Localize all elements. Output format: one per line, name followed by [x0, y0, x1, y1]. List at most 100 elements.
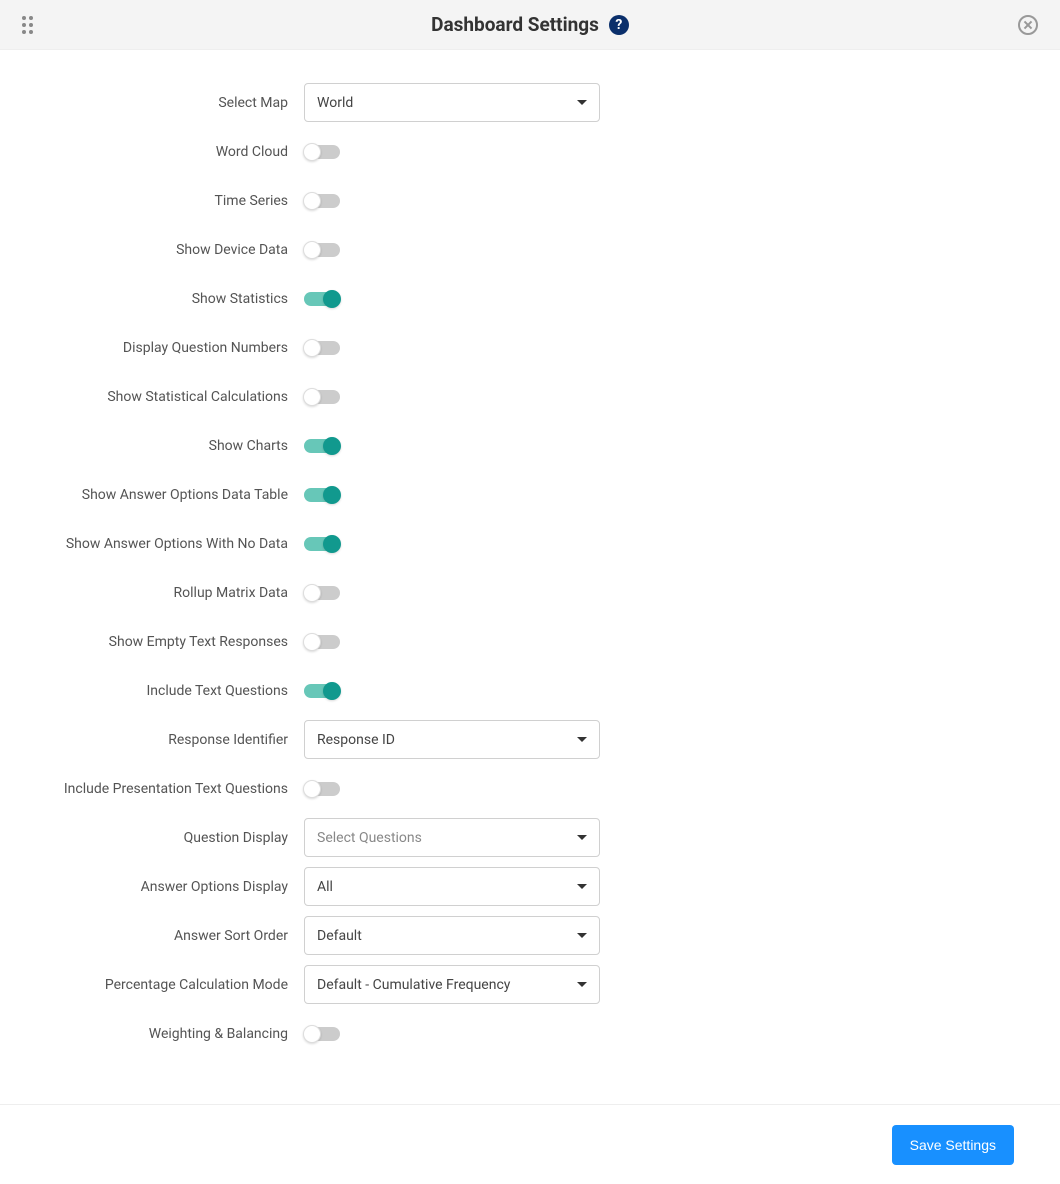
toggle-knob: [303, 584, 321, 602]
chevron-down-icon: [577, 884, 587, 889]
field-control: Response ID: [304, 720, 600, 759]
field-label: Show Charts: [0, 438, 304, 454]
field-control: [304, 341, 600, 355]
form-row: Word Cloud: [0, 127, 1060, 176]
field-label: Answer Options Display: [0, 879, 304, 895]
toggle-switch[interactable]: [304, 145, 340, 159]
field-control: [304, 635, 600, 649]
field-label: Include Text Questions: [0, 683, 304, 699]
select-dropdown[interactable]: Response ID: [304, 720, 600, 759]
toggle-knob: [323, 486, 341, 504]
field-label: Select Map: [0, 95, 304, 111]
field-label: Include Presentation Text Questions: [0, 781, 304, 797]
field-control: Select Questions: [304, 818, 600, 857]
toggle-knob: [323, 437, 341, 455]
save-button[interactable]: Save Settings: [892, 1125, 1014, 1165]
chevron-down-icon: [577, 982, 587, 987]
field-label: Question Display: [0, 830, 304, 846]
toggle-knob: [323, 535, 341, 553]
field-control: [304, 292, 600, 306]
toggle-knob: [303, 388, 321, 406]
form-row: Show Statistics: [0, 274, 1060, 323]
select-dropdown[interactable]: World: [304, 83, 600, 122]
toggle-switch[interactable]: [304, 684, 340, 698]
page-title: Dashboard Settings ?: [431, 13, 629, 36]
toggle-knob: [323, 682, 341, 700]
title-text: Dashboard Settings: [431, 13, 599, 36]
field-label: Display Question Numbers: [0, 340, 304, 356]
select-dropdown[interactable]: Select Questions: [304, 818, 600, 857]
field-label: Show Answer Options Data Table: [0, 487, 304, 503]
form-row: Rollup Matrix Data: [0, 568, 1060, 617]
select-dropdown[interactable]: All: [304, 867, 600, 906]
field-control: [304, 537, 600, 551]
form-row: Display Question Numbers: [0, 323, 1060, 372]
field-label: Response Identifier: [0, 732, 304, 748]
form-row: Question Display Select Questions: [0, 813, 1060, 862]
field-label: Answer Sort Order: [0, 928, 304, 944]
toggle-knob: [303, 143, 321, 161]
form-row: Show Answer Options With No Data: [0, 519, 1060, 568]
toggle-switch[interactable]: [304, 390, 340, 404]
toggle-knob: [303, 192, 321, 210]
select-dropdown[interactable]: Default: [304, 916, 600, 955]
toggle-switch[interactable]: [304, 292, 340, 306]
select-value: Select Questions: [317, 830, 422, 846]
field-control: [304, 145, 600, 159]
field-control: [304, 684, 600, 698]
field-control: [304, 586, 600, 600]
form-row: Include Text Questions: [0, 666, 1060, 715]
toggle-switch[interactable]: [304, 635, 340, 649]
chevron-down-icon: [577, 933, 587, 938]
toggle-switch[interactable]: [304, 341, 340, 355]
field-control: [304, 194, 600, 208]
field-control: [304, 390, 600, 404]
field-control: [304, 1027, 600, 1041]
form-row: Answer Sort Order Default: [0, 911, 1060, 960]
field-label: Show Empty Text Responses: [0, 634, 304, 650]
toggle-switch[interactable]: [304, 537, 340, 551]
select-value: All: [317, 879, 333, 895]
field-control: All: [304, 867, 600, 906]
grip-icon[interactable]: [22, 16, 33, 34]
footer: Save Settings: [0, 1104, 1060, 1184]
toggle-switch[interactable]: [304, 439, 340, 453]
form-row: Weighting & Balancing: [0, 1009, 1060, 1058]
form-row: Show Device Data: [0, 225, 1060, 274]
chevron-down-icon: [577, 737, 587, 742]
form-row: Select Map World: [0, 78, 1060, 127]
select-value: Default - Cumulative Frequency: [317, 977, 510, 993]
toggle-switch[interactable]: [304, 782, 340, 796]
form-row: Time Series: [0, 176, 1060, 225]
field-label: Show Statistical Calculations: [0, 389, 304, 405]
field-control: [304, 488, 600, 502]
form-row: Show Statistical Calculations: [0, 372, 1060, 421]
field-label: Time Series: [0, 193, 304, 209]
form-row: Include Presentation Text Questions: [0, 764, 1060, 813]
field-control: World: [304, 83, 600, 122]
field-label: Show Device Data: [0, 242, 304, 258]
toggle-knob: [323, 290, 341, 308]
select-value: Default: [317, 928, 362, 944]
field-label: Weighting & Balancing: [0, 1026, 304, 1042]
close-icon[interactable]: [1018, 15, 1038, 35]
field-label: Show Statistics: [0, 291, 304, 307]
header: Dashboard Settings ?: [0, 0, 1060, 50]
toggle-switch[interactable]: [304, 488, 340, 502]
toggle-switch[interactable]: [304, 586, 340, 600]
field-control: Default: [304, 916, 600, 955]
help-icon[interactable]: ?: [609, 15, 629, 35]
form-row: Show Charts: [0, 421, 1060, 470]
field-label: Rollup Matrix Data: [0, 585, 304, 601]
toggle-switch[interactable]: [304, 194, 340, 208]
toggle-switch[interactable]: [304, 1027, 340, 1041]
select-value: World: [317, 95, 353, 111]
toggle-knob: [303, 241, 321, 259]
toggle-knob: [303, 633, 321, 651]
chevron-down-icon: [577, 835, 587, 840]
form-row: Answer Options Display All: [0, 862, 1060, 911]
field-label: Show Answer Options With No Data: [0, 536, 304, 552]
toggle-switch[interactable]: [304, 243, 340, 257]
select-value: Response ID: [317, 732, 395, 748]
select-dropdown[interactable]: Default - Cumulative Frequency: [304, 965, 600, 1004]
